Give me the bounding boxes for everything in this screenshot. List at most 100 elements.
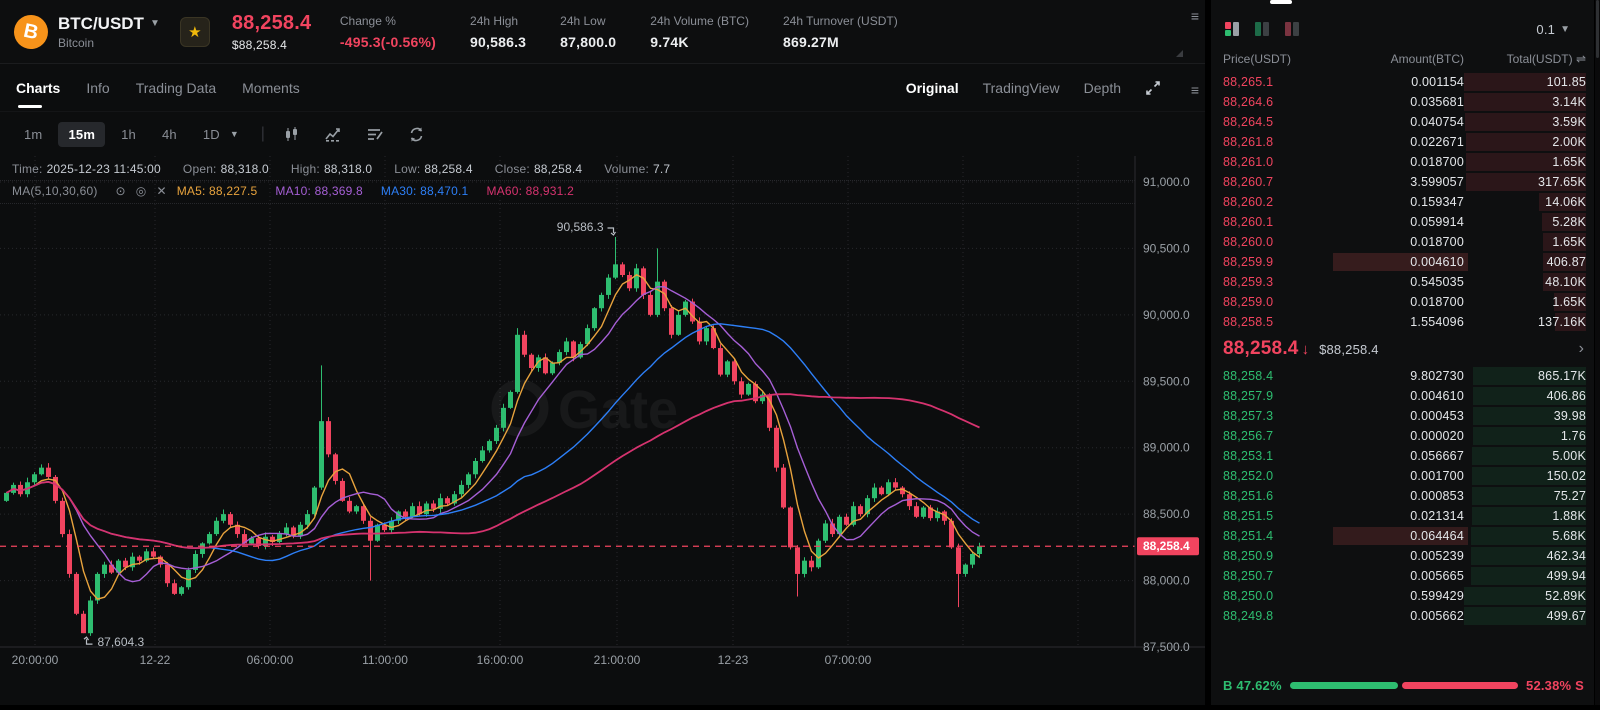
order-total: 5.68K <box>1552 529 1586 543</box>
order-total: 499.94 <box>1546 569 1586 583</box>
view-tab-depth[interactable]: Depth <box>1084 80 1121 96</box>
view-both-icon[interactable] <box>1223 20 1241 38</box>
ask-row[interactable]: 88,259.0 0.018700 1.65K <box>1223 292 1586 312</box>
ask-row[interactable]: 88,260.2 0.159347 14.06K <box>1223 192 1586 212</box>
tab-info[interactable]: Info <box>86 66 109 110</box>
chart-watermark: Gate <box>558 380 678 440</box>
ask-row[interactable]: 88,258.5 1.554096 137.16K <box>1223 312 1586 332</box>
candle-style-icon[interactable] <box>283 126 300 143</box>
stat-change-: Change % -495.3(-0.56%) <box>340 14 436 50</box>
order-amount: 9.802730 <box>1410 369 1464 383</box>
compare-refresh-icon[interactable] <box>408 126 425 143</box>
order-total: 1.76 <box>1560 429 1586 443</box>
header-stats: Change % -495.3(-0.56%) 24h High 90,586.3 24… <box>340 14 898 50</box>
bid-row[interactable]: 88,257.9 0.004610 406.86 <box>1223 386 1586 406</box>
candlestick-chart[interactable]: Gate 91,000.0 90,500.0 90,000.0 89,500.0 89,0… <box>0 156 1205 705</box>
precision-select[interactable]: 0.1 ▼ <box>1536 22 1584 37</box>
mid-price-usd: $88,258.4 <box>1319 341 1379 357</box>
chart-area[interactable]: Time: 2025-12-23 11:45:00 Open: 88,318.0 Hig… <box>0 156 1205 705</box>
ask-row[interactable]: 88,264.5 0.040754 3.59K <box>1223 112 1586 132</box>
orderbook-columns: Price(USDT) Amount(BTC) Total(USDT) ⇌ <box>1211 38 1594 72</box>
chevron-right-icon[interactable]: › <box>1579 340 1584 358</box>
indicator-chart-icon[interactable] <box>324 126 342 142</box>
ohlc-value: 88,258.4 <box>424 162 473 176</box>
ask-row[interactable]: 88,264.6 0.035681 3.14K <box>1223 92 1586 112</box>
view-tab-tradingview[interactable]: TradingView <box>983 80 1060 96</box>
tab-moments[interactable]: Moments <box>242 66 300 110</box>
page-scrollbar[interactable] <box>1595 0 1600 705</box>
mid-price-row[interactable]: 88,258.4 ↓ $88,258.4 › <box>1211 332 1594 366</box>
pair-selector[interactable]: BTC/USDT ▼ <box>58 14 160 34</box>
ratio-track <box>1289 682 1519 689</box>
ask-row[interactable]: 88,259.9 0.004610 406.87 <box>1223 252 1586 272</box>
favorite-button[interactable]: ★ <box>179 16 210 47</box>
last-price-usd: $88,258.4 <box>231 37 288 52</box>
order-amount: 0.018700 <box>1410 235 1464 249</box>
ask-row[interactable]: 88,260.0 0.018700 1.65K <box>1223 232 1586 252</box>
bid-row[interactable]: 88,250.9 0.005239 462.34 <box>1223 546 1586 566</box>
chart-menu-icon[interactable]: ≡ <box>1191 82 1199 98</box>
fullscreen-icon[interactable] <box>1145 80 1161 96</box>
unit-toggle-icon[interactable]: ⇌ <box>1576 52 1586 66</box>
view-asks-icon[interactable] <box>1283 20 1301 38</box>
bid-row[interactable]: 88,251.4 0.064464 5.68K <box>1223 526 1586 546</box>
order-total: 39.98 <box>1553 409 1586 423</box>
timeframe-4h[interactable]: 4h <box>152 122 187 147</box>
timeframe-1d[interactable]: 1D <box>193 122 230 147</box>
stat-value: 9.74K <box>650 33 689 50</box>
ma-value-ma30: MA30: 88,470.1 <box>380 184 469 198</box>
timeframe-1h[interactable]: 1h <box>111 122 146 147</box>
view-bids-icon[interactable] <box>1253 20 1271 38</box>
order-amount: 0.018700 <box>1410 155 1464 169</box>
timeframe-15m[interactable]: 15m <box>58 121 106 147</box>
bid-row[interactable]: 88,252.0 0.001700 150.02 <box>1223 466 1586 486</box>
coin-name: Bitcoin <box>58 35 95 50</box>
tab-trading-data[interactable]: Trading Data <box>136 66 216 110</box>
order-price: 88,260.1 <box>1223 215 1274 229</box>
ask-row[interactable]: 88,260.7 3.599057 317.65K <box>1223 172 1586 192</box>
timeframe-1m[interactable]: 1m <box>14 122 52 147</box>
high-annotation: 90,586.3 <box>557 220 604 234</box>
ohlc-value: 88,318.0 <box>220 162 269 176</box>
resize-handle-icon[interactable] <box>1176 50 1183 57</box>
bid-row[interactable]: 88,256.7 0.000020 1.76 <box>1223 426 1586 446</box>
last-price: 88,258.4 <box>231 11 312 34</box>
btc-logo-icon: B <box>10 11 52 52</box>
bid-row[interactable]: 88,257.3 0.000453 39.98 <box>1223 406 1586 426</box>
ohlc-info-bar: Time: 2025-12-23 11:45:00 Open: 88,318.0 Hig… <box>0 160 1135 181</box>
order-amount: 0.001154 <box>1411 75 1464 89</box>
panel-menu-icon[interactable]: ≡ <box>1191 8 1199 24</box>
ask-row[interactable]: 88,265.1 0.001154 101.85 <box>1223 72 1586 92</box>
bid-row[interactable]: 88,251.6 0.000853 75.27 <box>1223 486 1586 506</box>
timeframe-dropdown-icon[interactable]: ▼ <box>230 129 239 139</box>
ohlc-label: High: <box>290 162 320 176</box>
ask-row[interactable]: 88,261.8 0.022671 2.00K <box>1223 132 1586 152</box>
order-total: 137.16K <box>1538 315 1586 329</box>
close-icon[interactable]: ✕ <box>156 184 166 198</box>
bid-row[interactable]: 88,251.5 0.021314 1.88K <box>1223 506 1586 526</box>
gear-icon[interactable]: ◎ <box>136 184 147 198</box>
y-axis-label: 89,500.0 <box>1143 374 1190 388</box>
stat-value: -495.3(-0.56%) <box>339 33 437 50</box>
order-price: 88,265.1 <box>1223 75 1274 89</box>
bid-row[interactable]: 88,258.4 9.802730 865.17K <box>1223 366 1586 386</box>
order-total: 75.27 <box>1553 489 1586 503</box>
ask-row[interactable]: 88,259.3 0.545035 48.10K <box>1223 272 1586 292</box>
price-down-arrow-icon: ↓ <box>1301 340 1310 358</box>
bid-row[interactable]: 88,253.1 0.056667 5.00K <box>1223 446 1586 466</box>
bid-row[interactable]: 88,249.8 0.005662 499.67 <box>1223 606 1586 626</box>
stat-label: 24h High <box>470 13 519 28</box>
x-axis-label: 12-23 <box>718 653 749 667</box>
tab-charts[interactable]: Charts <box>16 66 60 110</box>
bid-row[interactable]: 88,250.7 0.005665 499.94 <box>1223 566 1586 586</box>
ask-row[interactable]: 88,261.0 0.018700 1.65K <box>1223 152 1586 172</box>
view-tab-original[interactable]: Original <box>906 80 959 96</box>
ask-row[interactable]: 88,260.1 0.059914 5.28K <box>1223 212 1586 232</box>
order-amount: 0.000020 <box>1410 429 1464 443</box>
edit-list-icon[interactable] <box>366 127 384 142</box>
bid-row[interactable]: 88,250.0 0.599429 52.89K <box>1223 586 1586 606</box>
eye-icon[interactable]: ⊙ <box>116 184 126 198</box>
x-axis-label: 06:00:00 <box>247 653 294 667</box>
ma10-line <box>6 286 980 583</box>
sell-label: S <box>1575 678 1584 693</box>
